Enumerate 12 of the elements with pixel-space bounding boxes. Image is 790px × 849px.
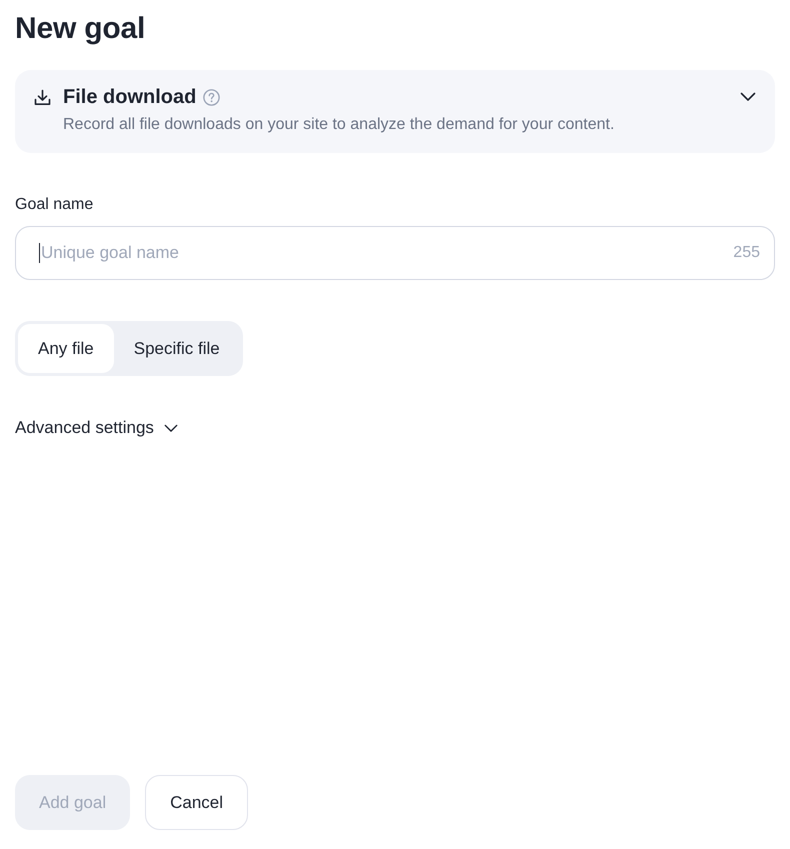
goal-type-title: File download (63, 85, 196, 109)
page-title: New goal (15, 11, 146, 47)
field-label: Goal name (15, 195, 94, 215)
cancel-button[interactable]: Cancel (145, 775, 248, 830)
advanced-settings-toggle[interactable]: Advanced settings (15, 417, 178, 439)
file-mode-tab[interactable]: Specific file (114, 324, 240, 373)
download-icon (34, 88, 51, 106)
goal-type-card[interactable]: File download Record all file downloads on your site to analyze the demand for your content. (15, 70, 775, 153)
help-icon[interactable] (203, 89, 220, 106)
character-counter: 255 (733, 243, 760, 263)
goal-type-description: Record all file downloads on your site to analyze the demand for your content. (63, 115, 616, 135)
file-mode-tab[interactable]: Any file (18, 324, 114, 373)
